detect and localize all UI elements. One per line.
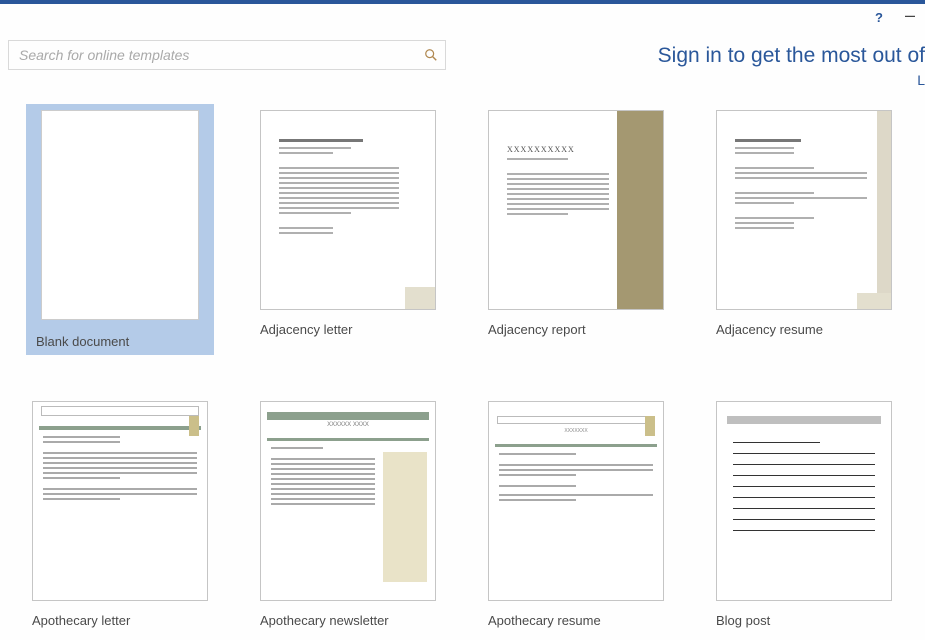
template-thumbnail: XXXXXXX [488,401,664,601]
template-label: Blog post [716,613,892,628]
template-thumbnail [41,110,199,320]
template-label: Adjacency report [488,322,664,337]
template-thumbnail [260,110,436,310]
search-icon [424,48,438,62]
template-tile-apothecary-newsletter[interactable]: XXXXXX XXXX Apothecary newsletter [260,401,436,628]
template-tile-apothecary-resume[interactable]: XXXXXXX Apothecary resume [488,401,664,628]
template-label: Apothecary resume [488,613,664,628]
template-label: Blank document [32,334,208,349]
sign-in-subtext[interactable]: L [658,72,925,88]
template-gallery: Blank document Adjacency letter XXXXXXXX… [0,100,925,628]
template-label: Adjacency letter [260,322,436,337]
template-tile-blog-post[interactable]: Blog post [716,401,892,628]
template-tile-blank-document[interactable]: Blank document [26,104,214,355]
sign-in-text[interactable]: Sign in to get the most out of [658,44,925,68]
template-thumbnail [32,401,208,601]
search-button[interactable] [417,41,445,69]
template-tile-adjacency-resume[interactable]: Adjacency resume [716,110,892,349]
title-bar: ? – [0,4,925,30]
template-tile-adjacency-letter[interactable]: Adjacency letter [260,110,436,349]
template-label: Apothecary newsletter [260,613,436,628]
search-input[interactable] [9,41,417,69]
minimize-icon[interactable]: – [905,10,915,20]
template-thumbnail: XXXXXX XXXX [260,401,436,601]
template-thumbnail [716,401,892,601]
template-label: Adjacency resume [716,322,892,337]
template-label: Apothecary letter [32,613,208,628]
sign-in-prompt[interactable]: Sign in to get the most out of L [658,44,925,88]
template-thumbnail: XXXXXXXXXX [488,110,664,310]
template-search-box[interactable] [8,40,446,70]
template-tile-adjacency-report[interactable]: XXXXXXXXXX Adjacency report [488,110,664,349]
template-thumbnail [716,110,892,310]
template-tile-apothecary-letter[interactable]: Apothecary letter [32,401,208,628]
help-icon[interactable]: ? [875,10,883,25]
